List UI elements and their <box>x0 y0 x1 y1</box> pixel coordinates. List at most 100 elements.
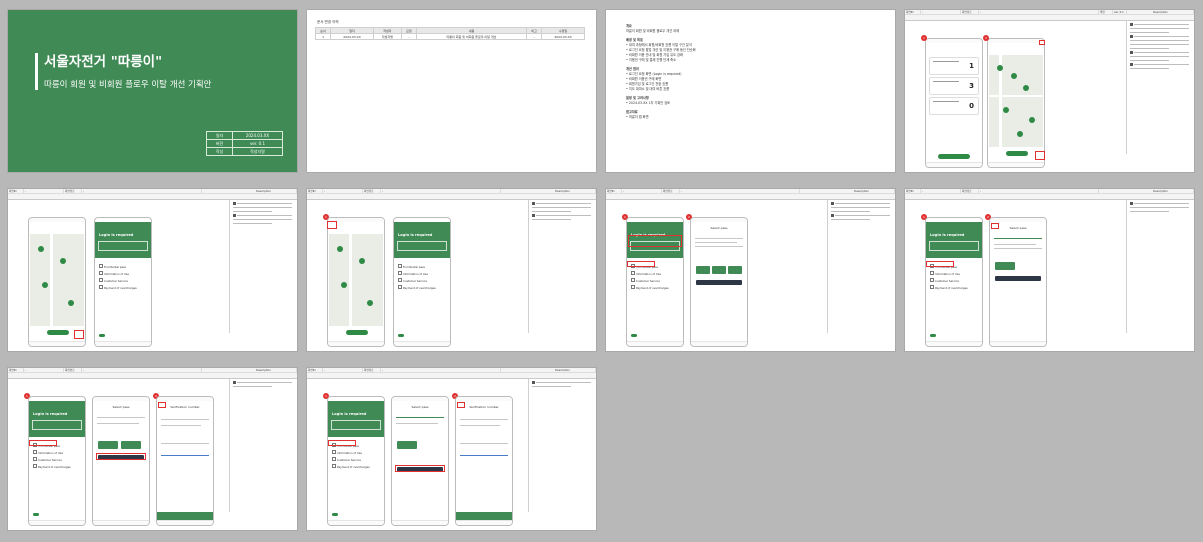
toggle-switch[interactable] <box>930 334 936 337</box>
confirm-button[interactable] <box>157 512 213 520</box>
slide-flow-verify-1[interactable]: 화면ID - 화면경로 - Description 1 Login is req… <box>8 368 297 530</box>
header-route-label: 화면경로 <box>363 368 381 373</box>
login-button-box[interactable] <box>32 420 82 430</box>
toggle-switch[interactable] <box>631 334 637 337</box>
menu-item[interactable]: Find Rental pass <box>398 264 425 269</box>
login-button-box[interactable] <box>331 420 381 430</box>
header-route-label: 화면경로 <box>961 189 979 194</box>
menu-item[interactable]: Information of Use <box>930 271 960 276</box>
map-view[interactable] <box>30 234 84 326</box>
menu-item[interactable]: Information of Use <box>33 450 63 455</box>
menu-item[interactable]: Customer Service <box>332 457 361 462</box>
bottom-nav[interactable] <box>328 341 384 346</box>
bottom-nav[interactable] <box>456 520 512 525</box>
bottom-nav[interactable] <box>157 520 213 525</box>
slide-history[interactable]: 문서 변경 이력 순서 일자 작성자 요청 내용 비고 수정일 1 2024.0… <box>307 10 596 172</box>
map-view[interactable] <box>989 55 1043 147</box>
pass-option[interactable] <box>712 266 726 274</box>
bottom-nav[interactable] <box>627 341 683 346</box>
login-header: Login is required <box>926 222 982 258</box>
purchase-button[interactable] <box>995 276 1041 281</box>
menu-item[interactable]: Information of Use <box>398 271 428 276</box>
rental-card[interactable]: 1 <box>929 57 979 75</box>
slide-flow-login-2[interactable]: 화면ID - 화면경로 - Description 1 Login is req… <box>307 189 596 351</box>
header-route-value: - <box>82 189 202 194</box>
history-cell: 따릉이 회원 및 비회원 플로우 이탈 개선 <box>415 33 527 40</box>
meta-row: 작성 작성자명 <box>206 147 283 156</box>
bottom-nav[interactable] <box>95 341 151 346</box>
menu-item[interactable]: Information of Use <box>631 271 661 276</box>
pass-option[interactable] <box>995 262 1015 270</box>
purchase-button[interactable] <box>696 280 742 285</box>
toggle-switch[interactable] <box>99 334 105 337</box>
rental-card[interactable]: 0 <box>929 97 979 115</box>
menu-item[interactable]: Payment of overcharges <box>631 285 669 290</box>
phone-pass: Select pass <box>989 217 1047 347</box>
toggle-switch[interactable] <box>33 513 39 516</box>
bottom-nav[interactable] <box>29 341 85 346</box>
meta-key: 버전 <box>206 139 233 148</box>
menu-item[interactable]: Customer Service <box>631 278 660 283</box>
menu-item[interactable]: Customer Service <box>99 278 128 283</box>
rental-card[interactable]: 3 <box>929 77 979 95</box>
pass-option[interactable] <box>121 441 141 449</box>
bottom-nav[interactable] <box>394 341 450 346</box>
menu-item[interactable]: Customer Service <box>33 457 62 462</box>
menu-item[interactable]: Information of Use <box>99 271 129 276</box>
header-description-title: Description <box>1127 189 1194 194</box>
toggle-switch[interactable] <box>398 334 404 337</box>
toggle-switch[interactable] <box>332 513 338 516</box>
pass-option[interactable] <box>696 266 710 274</box>
menu-item[interactable]: Payment of overcharges <box>930 285 968 290</box>
slide-flow-pass-2[interactable]: 화면ID - 화면경로 - Description 1 Login is req… <box>905 189 1194 351</box>
menu-item[interactable]: Customer Service <box>398 278 427 283</box>
menu-item[interactable]: Payment of overcharges <box>33 464 71 469</box>
bottom-nav[interactable] <box>988 162 1044 167</box>
menu-item[interactable]: Payment of overcharges <box>332 464 370 469</box>
phone-map <box>987 38 1045 168</box>
login-button-box[interactable] <box>929 241 979 251</box>
bottom-nav[interactable] <box>29 520 85 525</box>
bottom-nav[interactable] <box>392 520 448 525</box>
header-description-title: Description <box>230 368 297 373</box>
slide-title[interactable]: 서울자전거 "따릉이" 따릉이 회원 및 비회원 플로우 이탈 개선 기획안 일… <box>8 10 297 172</box>
bottom-nav[interactable] <box>926 341 982 346</box>
pass-title: Select pass <box>710 226 728 230</box>
overview-line: • 따릉이 앱 화면 <box>626 115 649 119</box>
slide-flow-map-list[interactable]: 화면ID - 화면경로 - 버전 ver. 0.1 Description 1 … <box>905 10 1194 172</box>
slide-header: 화면ID - 화면경로 - Description <box>8 368 297 379</box>
rent-button[interactable] <box>346 330 368 335</box>
bottom-nav[interactable] <box>93 520 149 525</box>
pass-option[interactable] <box>397 441 417 449</box>
phone-pass: Select pass <box>391 396 449 526</box>
map-view[interactable] <box>329 234 383 326</box>
slide-flow-verify-2[interactable]: 화면ID - 화면경로 - Description 1 Login is req… <box>307 368 596 530</box>
slide-header: 화면ID - 화면경로 - Description <box>307 189 596 200</box>
bottom-nav[interactable] <box>990 341 1046 346</box>
confirm-button[interactable] <box>456 512 512 520</box>
login-header: Login is required <box>328 401 384 437</box>
menu-item[interactable]: Payment of overcharges <box>398 285 436 290</box>
bottom-nav[interactable] <box>926 162 982 167</box>
menu-item[interactable]: Payment of overcharges <box>99 285 137 290</box>
login-button-box[interactable] <box>98 241 148 251</box>
bottom-nav[interactable] <box>328 520 384 525</box>
slide-overview[interactable]: 개요 따릉이 회원 및 비회원 플로우 개선 과제 배경 및 목표 • 대여 과… <box>606 10 895 172</box>
login-button-box[interactable] <box>397 241 447 251</box>
slide-flow-pass-1[interactable]: 화면ID - 화면경로 - Description 1 Login is req… <box>606 189 895 351</box>
pass-option[interactable] <box>98 441 118 449</box>
rent-button[interactable] <box>1006 151 1028 156</box>
bottom-nav[interactable] <box>691 341 747 346</box>
menu-item[interactable]: Information of Use <box>332 450 362 455</box>
pass-option[interactable] <box>728 266 742 274</box>
rent-button[interactable] <box>47 330 69 335</box>
overview-line: • 2024.03.XX 1차 기획안 검토 <box>626 101 671 105</box>
menu-item[interactable]: Customer Service <box>930 278 959 283</box>
phone-pass: Select pass <box>92 396 150 526</box>
phone-verify: Verification number <box>156 396 214 526</box>
phone-verify: Verification number <box>455 396 513 526</box>
login-header: Login is required <box>95 222 151 258</box>
rent-button[interactable] <box>938 154 970 159</box>
slide-flow-login-1[interactable]: 화면ID - 화면경로 - Description Login is requi… <box>8 189 297 351</box>
menu-item[interactable]: Find Rental pass <box>99 264 126 269</box>
